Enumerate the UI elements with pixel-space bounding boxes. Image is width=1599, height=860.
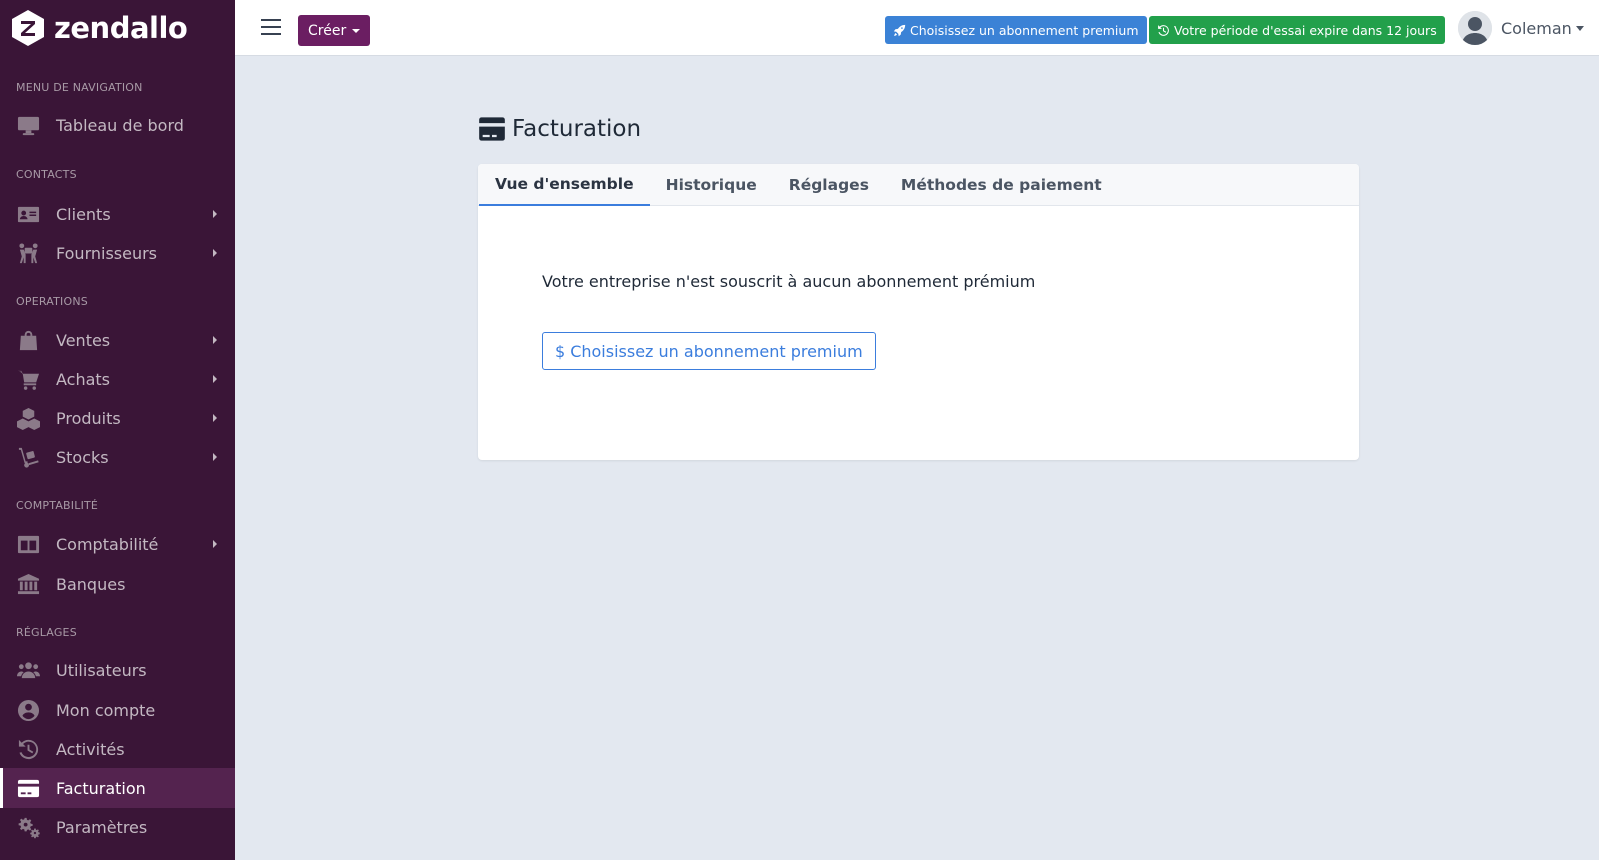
shopping-bag-icon: [16, 328, 40, 352]
sidebar-item-label: Stocks: [56, 447, 109, 467]
sidebar-item-label: Activités: [56, 739, 125, 759]
rocket-icon: [893, 24, 906, 36]
id-card-icon: [16, 202, 40, 226]
tab-reglages[interactable]: Réglages: [773, 164, 885, 206]
sidebar-item-utilisateurs[interactable]: Utilisateurs: [0, 650, 235, 690]
dollar-icon: $: [555, 341, 566, 361]
columns-icon: [16, 532, 40, 556]
page-title: Facturation: [478, 116, 641, 142]
tab-historique[interactable]: Historique: [650, 164, 773, 206]
dolly-icon: [16, 445, 40, 469]
sidebar-item-tableau-de-bord[interactable]: Tableau de bord: [0, 105, 235, 145]
sidebar-item-parametres[interactable]: Paramètres: [0, 807, 235, 847]
caret-down-icon: [352, 28, 361, 33]
section-comptabilite: COMPTABILITÉ: [16, 499, 99, 512]
trial-expiry-button[interactable]: Votre période d'essai expire dans 12 jou…: [1149, 16, 1445, 44]
sidebar-item-label: Tableau de bord: [56, 115, 184, 135]
credit-card-icon: [479, 117, 505, 141]
sidebar-item-label: Clients: [56, 204, 111, 224]
sidebar-item-label: Facturation: [56, 778, 146, 798]
billing-tabs: Vue d'ensemble Historique Réglages Métho…: [478, 164, 1359, 206]
caret-right-icon: [213, 414, 217, 422]
section-contacts: CONTACTS: [16, 168, 77, 181]
caret-right-icon: [213, 210, 217, 218]
caret-right-icon: [213, 540, 217, 548]
history-icon: [1158, 24, 1169, 36]
caret-right-icon: [213, 336, 217, 344]
sidebar-item-comptabilite[interactable]: Comptabilité: [0, 524, 235, 564]
caret-right-icon: [213, 453, 217, 461]
sidebar-item-label: Utilisateurs: [56, 660, 147, 680]
avatar[interactable]: [1458, 11, 1492, 45]
sidebar-item-label: Mon compte: [56, 700, 156, 720]
hamburger-menu-icon[interactable]: [261, 19, 281, 35]
choose-premium-label: Choisissez un abonnement premium: [570, 341, 863, 361]
sidebar-item-produits[interactable]: Produits: [0, 398, 235, 438]
sidebar-item-fournisseurs[interactable]: Fournisseurs: [0, 233, 235, 273]
sidebar-item-activites[interactable]: Activités: [0, 729, 235, 769]
choose-premium-button[interactable]: $ Choisissez un abonnement premium: [542, 332, 876, 370]
billing-card: Vue d'ensemble Historique Réglages Métho…: [478, 164, 1359, 460]
no-subscription-message: Votre entreprise n'est souscrit à aucun …: [542, 272, 1036, 291]
create-dropdown-button[interactable]: Créer: [298, 15, 371, 46]
create-button-label: Créer: [308, 22, 347, 39]
brand-name: zendallo: [54, 11, 188, 45]
sidebar-item-stocks[interactable]: Stocks: [0, 437, 235, 477]
cogs-icon: [16, 815, 40, 839]
desktop-icon: [16, 113, 40, 137]
section-operations: OPERATIONS: [16, 295, 88, 308]
people-carry-icon: [16, 241, 40, 265]
user-circle-icon: [16, 698, 40, 722]
caret-right-icon: [213, 375, 217, 383]
sidebar-item-clients[interactable]: Clients: [0, 194, 235, 234]
bank-icon: [16, 572, 40, 596]
tab-vue-ensemble[interactable]: Vue d'ensemble: [479, 164, 650, 206]
sidebar-item-achats[interactable]: Achats: [0, 359, 235, 399]
users-icon: [16, 658, 40, 682]
cubes-icon: [16, 406, 40, 430]
brand[interactable]: zendallo: [0, 0, 235, 56]
section-reglages: RÉGLAGES: [16, 626, 77, 639]
premium-button-label: Choisissez un abonnement premium: [910, 22, 1139, 38]
sidebar-item-mon-compte[interactable]: Mon compte: [0, 690, 235, 730]
sidebar-item-label: Achats: [56, 369, 111, 389]
history-icon: [16, 737, 40, 761]
sidebar-item-label: Fournisseurs: [56, 243, 158, 263]
user-silhouette-icon: [1458, 11, 1492, 45]
sidebar-item-label: Produits: [56, 408, 121, 428]
cart-icon: [16, 367, 40, 391]
user-menu[interactable]: Coleman: [1501, 19, 1584, 38]
caret-right-icon: [213, 249, 217, 257]
tab-methodes-paiement[interactable]: Méthodes de paiement: [885, 164, 1118, 206]
sidebar: zendallo MENU DE NAVIGATION CONTACTS OPE…: [0, 0, 235, 860]
caret-down-icon: [1575, 26, 1584, 31]
trial-button-label: Votre période d'essai expire dans 12 jou…: [1174, 22, 1437, 38]
user-name: Coleman: [1501, 19, 1572, 38]
sidebar-item-label: Banques: [56, 574, 126, 594]
credit-card-icon: [16, 776, 40, 800]
sidebar-item-banques[interactable]: Banques: [0, 564, 235, 604]
sidebar-item-label: Paramètres: [56, 817, 148, 837]
section-menu-navigation: MENU DE NAVIGATION: [16, 81, 143, 94]
sidebar-item-label: Ventes: [56, 330, 111, 350]
page-title-text: Facturation: [512, 116, 642, 142]
premium-subscription-button[interactable]: Choisissez un abonnement premium: [885, 16, 1147, 44]
zendallo-logo-icon: [12, 10, 44, 46]
sidebar-item-label: Comptabilité: [56, 534, 159, 554]
sidebar-item-facturation[interactable]: Facturation: [0, 768, 235, 808]
topbar: Créer Choisissez un abonnement premium V…: [235, 0, 1599, 56]
sidebar-item-ventes[interactable]: Ventes: [0, 320, 235, 360]
